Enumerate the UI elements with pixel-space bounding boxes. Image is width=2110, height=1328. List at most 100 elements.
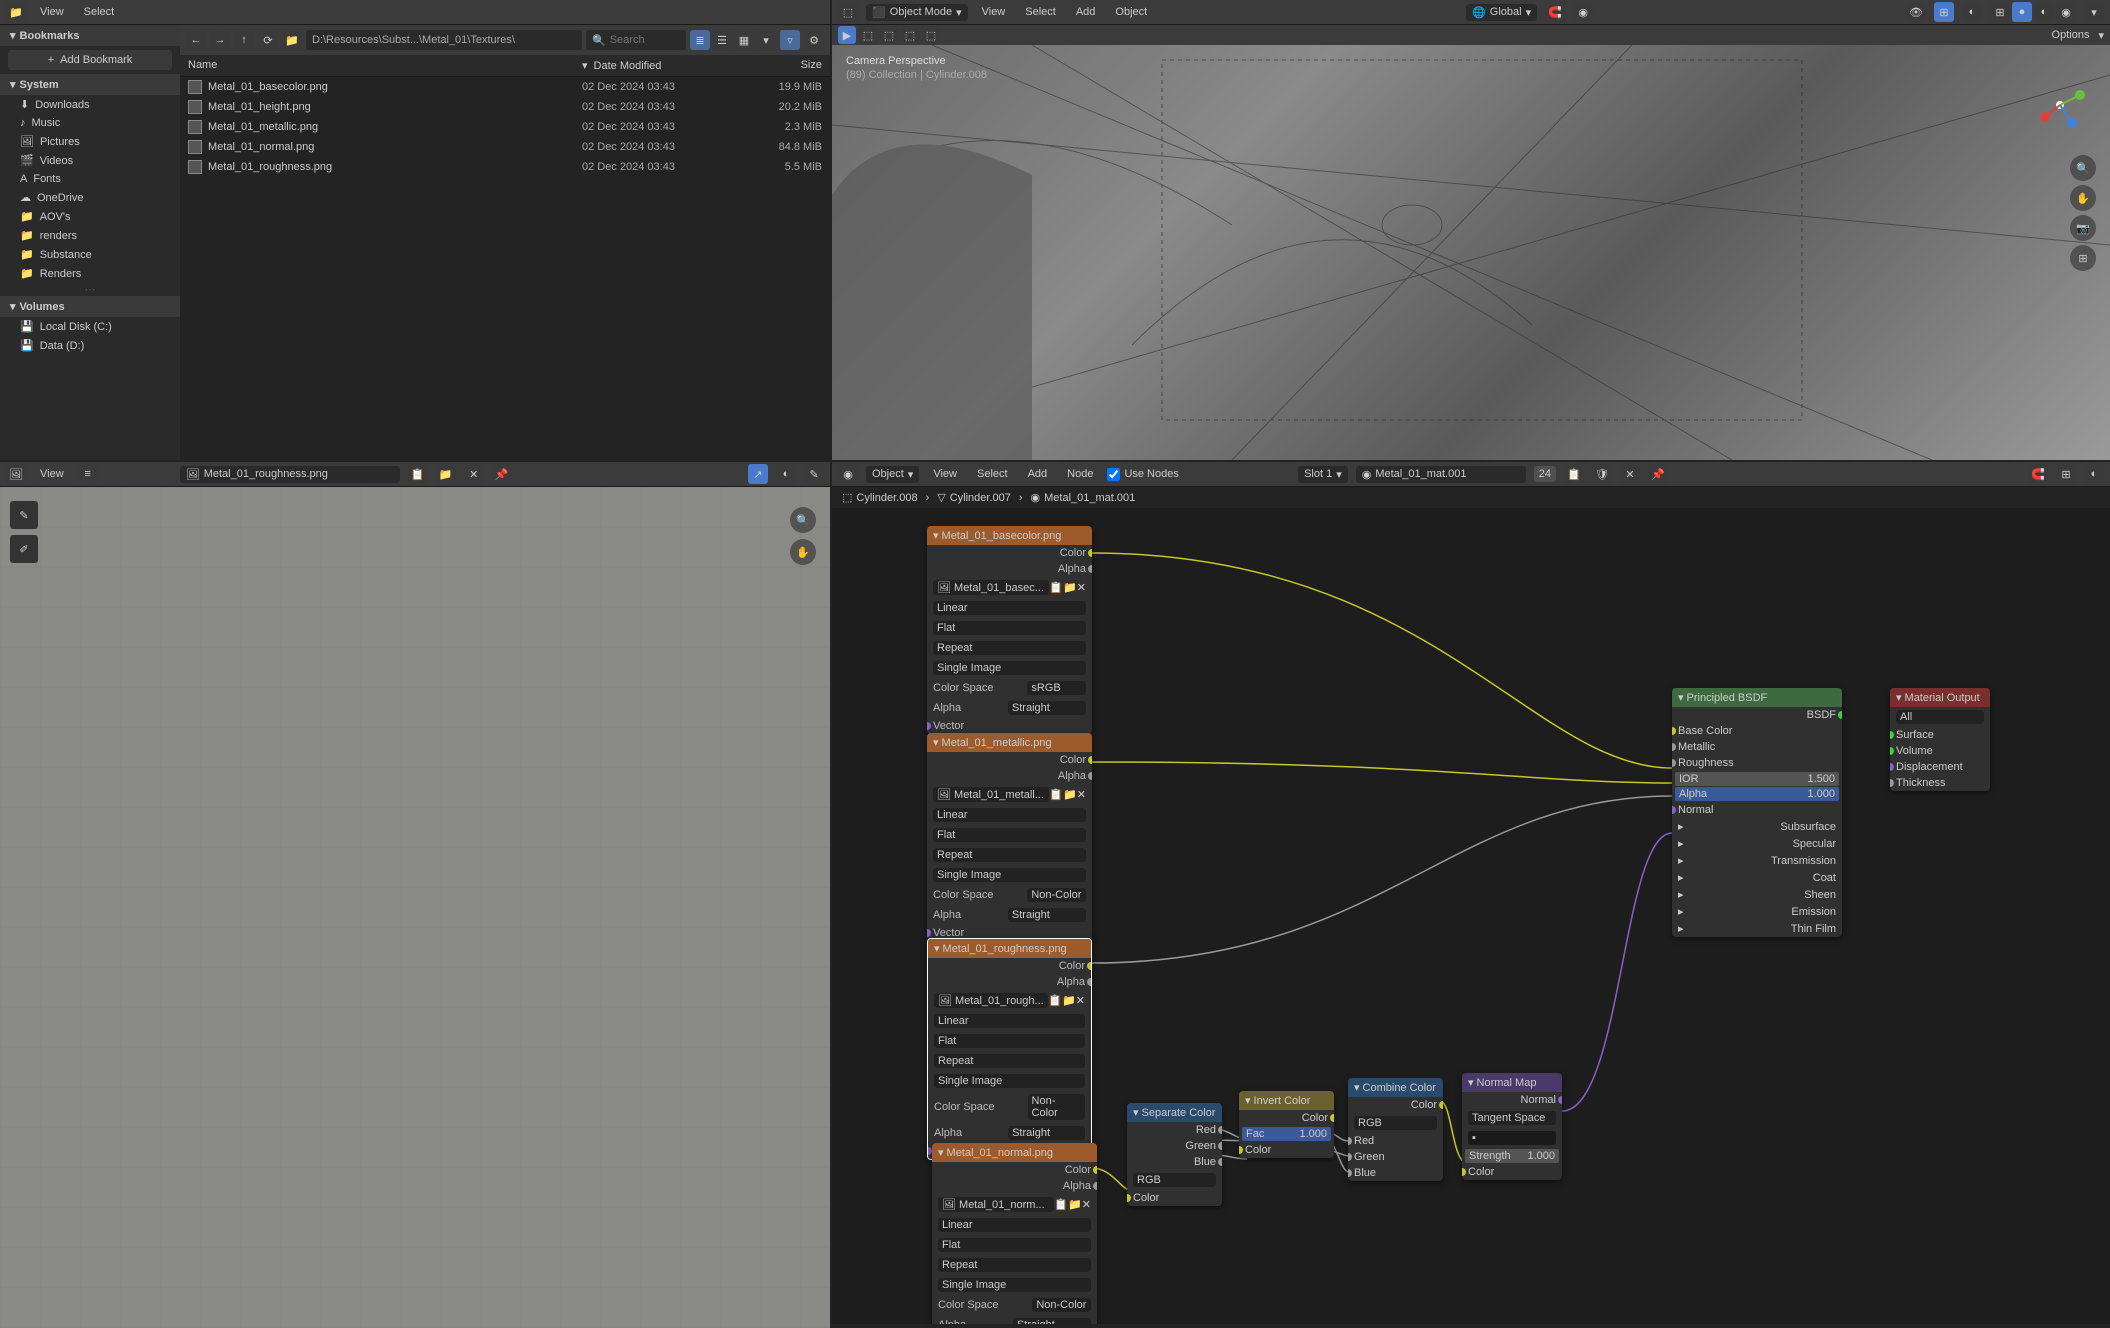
tool-icon[interactable]: ⬚: [880, 26, 898, 44]
node-header[interactable]: ▾Invert Color: [1239, 1091, 1334, 1110]
bsdf-group[interactable]: ▸Sheen: [1672, 886, 1842, 903]
volume-item[interactable]: 💾Local Disk (C:): [0, 317, 180, 336]
gizmo-visibility-icon[interactable]: 👁: [1906, 2, 1926, 22]
display-mode-icon[interactable]: ↗: [748, 464, 768, 484]
file-row[interactable]: Metal_01_basecolor.png02 Dec 2024 03:431…: [180, 77, 830, 97]
uvmap-field[interactable]: ▪: [1468, 1131, 1556, 1145]
image-canvas[interactable]: ✎ ✐ 🔍 ✋: [0, 487, 830, 1328]
display-settings-icon[interactable]: ▾: [756, 30, 776, 50]
menu-select[interactable]: Select: [971, 466, 1014, 482]
sidebar-item[interactable]: ☁OneDrive: [0, 188, 180, 207]
fake-user-icon[interactable]: 🛡: [1592, 464, 1612, 484]
menu-view[interactable]: View: [34, 466, 70, 482]
file-row[interactable]: Metal_01_normal.png02 Dec 2024 03:4384.8…: [180, 137, 830, 157]
image-texture-node-selected[interactable]: ▾Metal_01_roughness.png Color Alpha 🖼 Me…: [927, 938, 1092, 1160]
tool-icon[interactable]: ⬚: [922, 26, 940, 44]
sidebar-item[interactable]: AFonts: [0, 170, 180, 188]
alpha-slider[interactable]: Alpha1.000: [1675, 787, 1839, 801]
unlink-icon[interactable]: ✕: [464, 464, 484, 484]
pin-icon[interactable]: 📌: [492, 464, 512, 484]
add-bookmark-button[interactable]: +Add Bookmark: [8, 50, 172, 70]
invert-color-node[interactable]: ▾Invert Color Color Fac1.000 Color: [1239, 1091, 1334, 1158]
sidebar-item[interactable]: 📁AOV's: [0, 207, 180, 226]
editor-type-icon[interactable]: ⬚: [838, 2, 858, 22]
node-header[interactable]: ▾Metal_01_normal.png: [932, 1143, 1097, 1162]
file-row[interactable]: Metal_01_roughness.png02 Dec 2024 03:435…: [180, 157, 830, 177]
editor-type-icon[interactable]: 🖼: [6, 464, 26, 484]
sidebar-item[interactable]: 📁renders: [0, 226, 180, 245]
node-header[interactable]: ▾Principled BSDF: [1672, 688, 1842, 707]
editor-type-icon[interactable]: ◉: [838, 464, 858, 484]
zoom-icon[interactable]: 🔍: [790, 507, 816, 533]
col-date[interactable]: ▾Date Modified: [582, 59, 742, 72]
bookmarks-header[interactable]: ▾Bookmarks: [0, 25, 180, 46]
camera-icon[interactable]: 📷: [2070, 215, 2096, 241]
node-header[interactable]: ▾Normal Map: [1462, 1073, 1562, 1092]
xray-icon[interactable]: ◐: [1962, 2, 1982, 22]
menu-object[interactable]: Object: [1109, 4, 1153, 20]
bsdf-group[interactable]: ▸Coat: [1672, 869, 1842, 886]
open-image-icon[interactable]: 📁: [436, 464, 456, 484]
search-input[interactable]: 🔍Search: [586, 30, 686, 50]
options-button[interactable]: Options: [2046, 27, 2096, 43]
tool-icon[interactable]: ⬚: [859, 26, 877, 44]
bsdf-group[interactable]: ▸Thin Film: [1672, 920, 1842, 937]
nav-forward-icon[interactable]: →: [210, 30, 230, 50]
snap-icon[interactable]: 🧲: [2028, 464, 2048, 484]
node-header[interactable]: ▾Material Output: [1890, 688, 1990, 707]
editor-type-icon[interactable]: 📁: [6, 2, 26, 22]
breadcrumb-item[interactable]: ⬚Cylinder.008: [842, 491, 918, 504]
sidebar-item[interactable]: ⬇Downloads: [0, 95, 180, 114]
nav-gizmo[interactable]: [2030, 75, 2090, 135]
ior-slider[interactable]: IOR1.500: [1675, 772, 1839, 786]
users-count[interactable]: 24: [1534, 466, 1556, 482]
fac-slider[interactable]: Fac1.000: [1242, 1127, 1331, 1141]
file-row[interactable]: Metal_01_metallic.png02 Dec 2024 03:432.…: [180, 117, 830, 137]
menu-add[interactable]: Add: [1022, 466, 1054, 482]
pin-icon[interactable]: 📌: [1648, 464, 1668, 484]
volumes-header[interactable]: ▾Volumes: [0, 296, 180, 317]
sample-tool-icon[interactable]: ✎: [10, 501, 38, 529]
annotate-icon[interactable]: ✎: [804, 464, 824, 484]
overlay-icon[interactable]: ⊞: [2056, 464, 2076, 484]
file-row[interactable]: Metal_01_height.png02 Dec 2024 03:4320.2…: [180, 97, 830, 117]
sidebar-item[interactable]: 🖼Pictures: [0, 132, 180, 151]
col-size[interactable]: Size: [742, 59, 822, 72]
display-list-icon[interactable]: ≣: [690, 30, 710, 50]
node-canvas[interactable]: ▾Metal_01_basecolor.png Color Alpha 🖼 Me…: [832, 508, 2110, 1324]
menu-select[interactable]: Select: [78, 4, 121, 20]
display-grid-icon[interactable]: ▦: [734, 30, 754, 50]
sidebar-item[interactable]: ♪Music: [0, 114, 180, 132]
annotate-tool-icon[interactable]: ✐: [10, 535, 38, 563]
new-folder-icon[interactable]: 📁: [282, 30, 302, 50]
node-header[interactable]: ▾Metal_01_basecolor.png: [927, 526, 1092, 545]
material-selector[interactable]: ◉Metal_01_mat.001: [1356, 466, 1526, 483]
backdrop-icon[interactable]: ◐: [2084, 464, 2104, 484]
shading-matprev-icon[interactable]: ◐: [2034, 2, 2054, 22]
sidebar-item[interactable]: 📁Renders: [0, 264, 180, 283]
unlink-icon[interactable]: ✕: [1620, 464, 1640, 484]
separate-color-node[interactable]: ▾Separate Color Red Green Blue RGB Color: [1127, 1103, 1222, 1206]
shader-type-dropdown[interactable]: Object▾: [866, 466, 919, 483]
menu-select[interactable]: Select: [1019, 4, 1062, 20]
slot-dropdown[interactable]: Slot 1▾: [1298, 466, 1348, 483]
node-header[interactable]: ▾Separate Color: [1127, 1103, 1222, 1122]
combine-color-node[interactable]: ▾Combine Color Color RGB Red Green Blue: [1348, 1078, 1443, 1181]
new-mat-icon[interactable]: 📋: [1564, 464, 1584, 484]
strength-slider[interactable]: Strength1.000: [1465, 1149, 1559, 1163]
mode-dropdown[interactable]: ⬛Object Mode▾: [866, 4, 968, 21]
volume-item[interactable]: 💾Data (D:): [0, 336, 180, 355]
node-header[interactable]: ▾Metal_01_roughness.png: [928, 939, 1091, 958]
menu-view[interactable]: View: [34, 4, 70, 20]
image-texture-node[interactable]: ▾Metal_01_normal.png Color Alpha 🖼 Metal…: [932, 1143, 1097, 1324]
breadcrumb-item[interactable]: ▽Cylinder.007: [937, 491, 1011, 504]
bsdf-group[interactable]: ▸Transmission: [1672, 852, 1842, 869]
nav-refresh-icon[interactable]: ⟳: [258, 30, 278, 50]
principled-bsdf-node[interactable]: ▾Principled BSDF BSDF Base Color Metalli…: [1672, 688, 1842, 937]
display-detail-icon[interactable]: ☰: [712, 30, 732, 50]
filter-icon[interactable]: ▿: [780, 30, 800, 50]
image-selector[interactable]: 🖼 Metal_01_roughness.png: [180, 466, 400, 483]
nav-up-icon[interactable]: ↑: [234, 30, 254, 50]
menu-node[interactable]: Node: [1061, 466, 1099, 482]
col-name[interactable]: Name: [188, 59, 582, 72]
